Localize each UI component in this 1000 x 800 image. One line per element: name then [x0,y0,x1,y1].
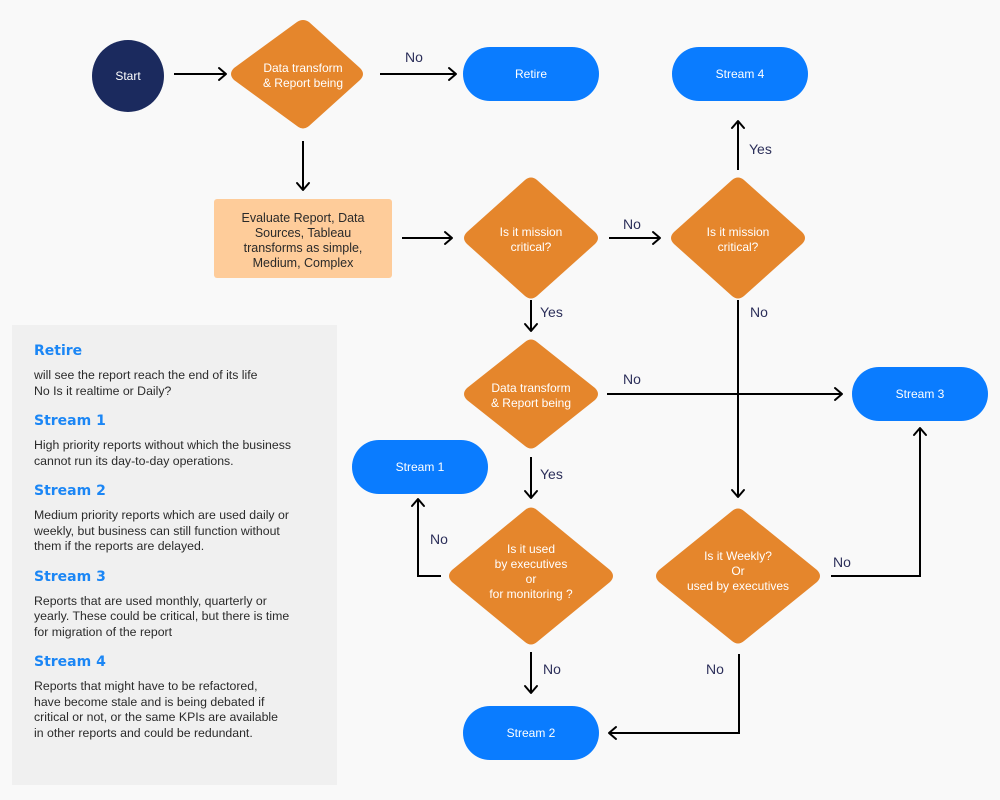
edge-label-no: No [430,531,448,547]
decision-line: Is it mission [500,225,563,239]
decision-line: Is it mission [707,225,770,239]
process-evaluate[interactable]: Evaluate Report, Data Sources, Tableau t… [214,199,392,278]
terminal-stream-2[interactable]: Stream 2 [463,706,599,760]
edge-label-yes: Yes [540,466,563,482]
decision-line: for monitoring ? [489,587,573,601]
legend-description: Reports that might have to be refactored… [34,679,278,740]
edge-label-no: No [833,554,851,570]
edge-label-no: No [750,304,768,320]
decision-line: Is it Weekly? [704,549,772,563]
legend-title: Stream 4 [34,654,106,670]
terminal-stream-4[interactable]: Stream 4 [672,47,808,101]
stream-3-label: Stream 3 [896,387,945,401]
decision-line: or [526,572,537,586]
edge-executives-to-stream-1: No [411,498,448,577]
edge-label-no: No [623,216,641,232]
edge-mission-2-to-stream-4: Yes [731,120,772,170]
edge-executives-to-stream-2: No [524,652,561,694]
edge-weekly-to-stream-2: No [608,654,740,740]
edge-mission-2-to-weekly: No [731,300,768,498]
decision-mission-critical-2[interactable]: Is it mission critical? [671,177,805,299]
edge-transform-2-to-executives: Yes [524,457,563,499]
legend-panel: Retire will see the report reach the end… [12,325,337,785]
legend-item-stream-1: Stream 1 High priority reports without w… [34,413,323,469]
decision-line: Or [731,564,744,578]
legend-item-stream-4: Stream 4 Reports that might have to be r… [34,654,323,741]
edge-evaluate-to-mission-1 [402,231,453,245]
edge-label-no: No [623,371,641,387]
decision-line: Data transform [491,381,570,395]
legend-title: Stream 1 [34,413,106,429]
start-label: Start [115,69,141,83]
edge-transform-1-to-evaluate [296,141,310,191]
decision-line: & Report being [263,76,343,90]
process-line: transforms as simple, [244,241,363,255]
stream-1-label: Stream 1 [396,460,445,474]
stream-2-label: Stream 2 [507,726,556,740]
edge-transform-2-to-stream-3: No [607,371,843,401]
decision-mission-critical-1[interactable]: Is it mission critical? [464,177,598,299]
terminal-stream-3[interactable]: Stream 3 [852,367,988,421]
edge-label-no: No [405,49,423,65]
decision-data-transform-2[interactable]: Data transform & Report being [464,339,598,449]
decision-line: Data transform [263,61,342,75]
stream-4-label: Stream 4 [716,67,765,81]
decision-line: used by executives [687,579,789,593]
legend-item-stream-2: Stream 2 Medium priority reports which a… [34,483,323,555]
edge-label-yes: Yes [540,304,563,320]
decision-line: Is it used [507,542,555,556]
decision-line: critical? [718,240,759,254]
decision-used-by-executives[interactable]: Is it used by executives or for monitori… [449,507,613,645]
legend-description: Medium priority reports which are used d… [34,508,289,553]
terminal-retire[interactable]: Retire [463,47,599,101]
edge-weekly-to-stream-3: No [831,427,927,577]
decision-line: by executives [495,557,568,571]
terminal-stream-1[interactable]: Stream 1 [352,440,488,494]
legend-description: High priority reports without which the … [34,438,291,468]
edge-start-to-transform-1 [174,67,227,81]
legend-item-retire: Retire will see the report reach the end… [34,343,323,399]
process-line: Medium, Complex [253,256,354,270]
edge-transform-1-to-retire: No [380,49,457,81]
decision-weekly[interactable]: Is it Weekly? Or used by executives [656,508,820,644]
legend-description: Reports that are used monthly, quarterly… [34,593,290,639]
edge-label-no: No [543,661,561,677]
legend-description: will see the report reach the end of its… [34,368,258,398]
edge-label-yes: Yes [749,141,772,157]
legend-title: Retire [34,343,83,359]
retire-label: Retire [515,67,547,81]
decision-line: & Report being [491,396,571,410]
decision-line: critical? [511,240,552,254]
edge-mission-1-to-mission-2: No [609,216,661,245]
legend-title: Stream 2 [34,483,106,499]
edge-label-no: No [706,661,724,677]
decision-data-transform-1[interactable]: Data transform & Report being [231,20,363,129]
process-line: Sources, Tableau [255,226,351,240]
start-node[interactable]: Start [92,40,164,112]
process-line: Evaluate Report, Data [242,211,365,225]
legend-title: Stream 3 [34,568,106,585]
legend-item-stream-3: Stream 3 Reports that are used monthly, … [34,569,323,641]
edge-mission-1-to-transform-2: Yes [524,300,563,332]
